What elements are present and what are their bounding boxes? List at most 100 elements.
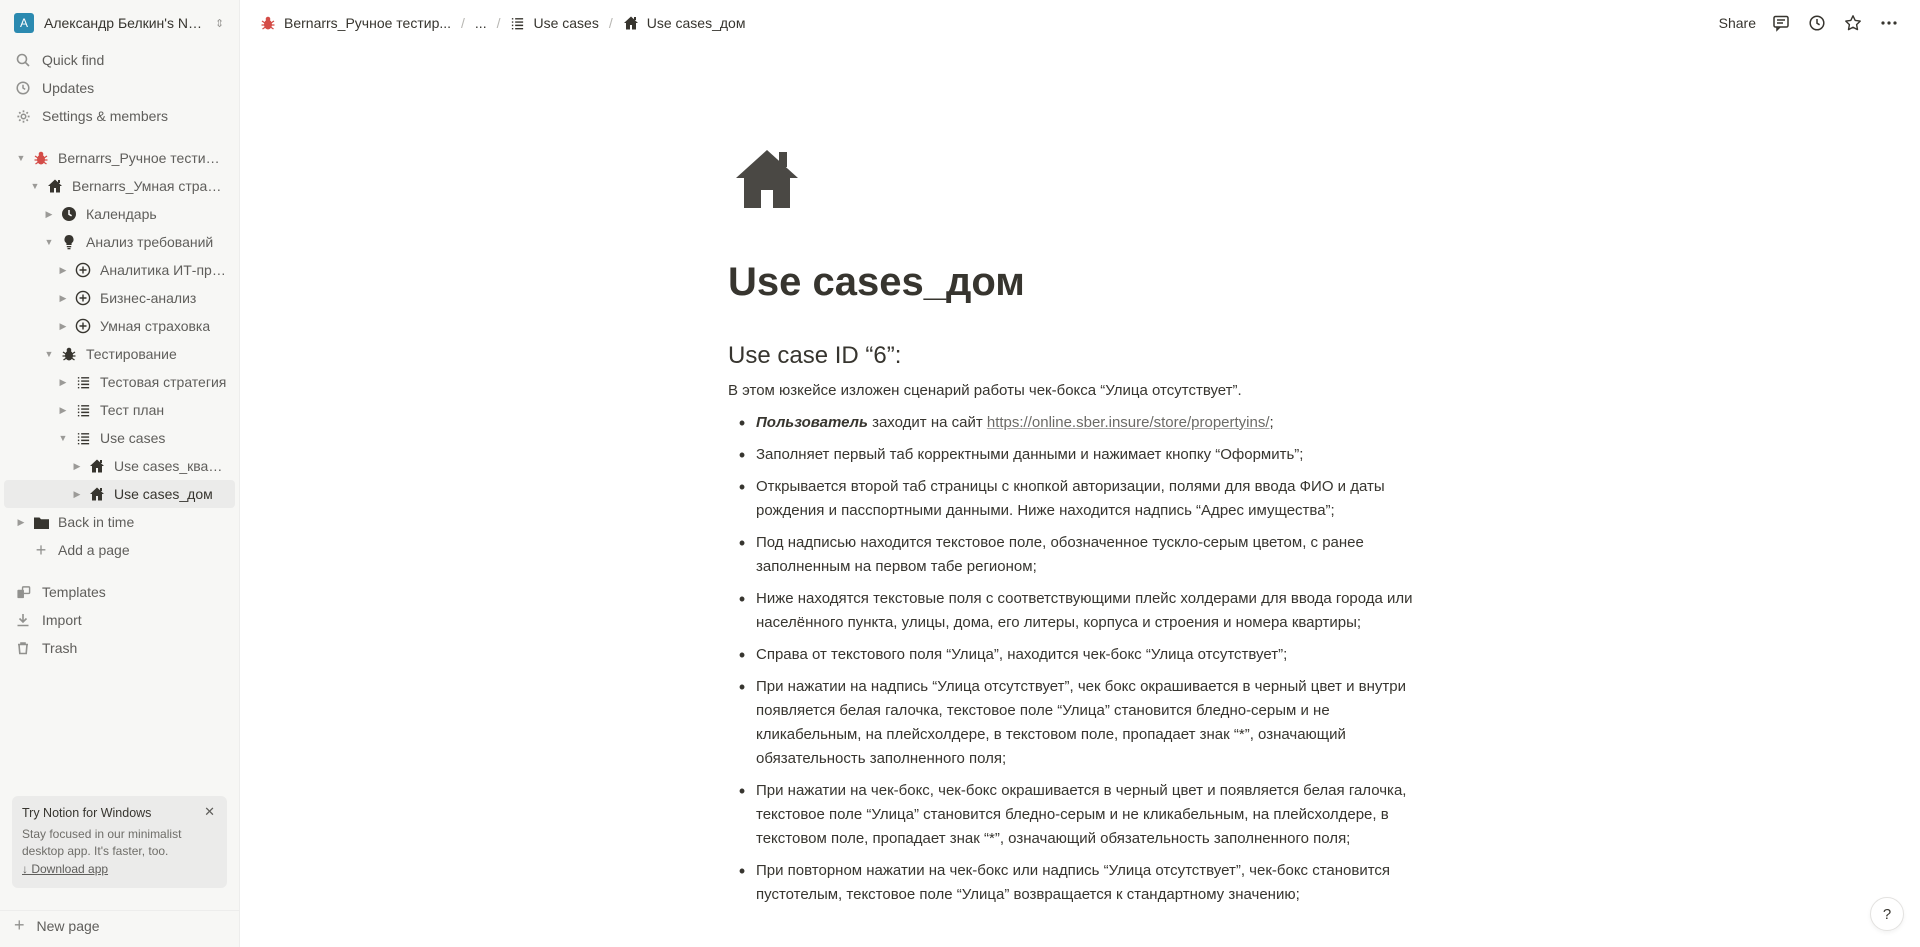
caret-right-icon[interactable]: ▶ [56, 403, 70, 417]
templates[interactable]: Templates [0, 578, 239, 606]
download-app-link[interactable]: ↓ Download app [22, 862, 217, 876]
sidebar-page-label: Анализ требований [86, 234, 214, 250]
list-item[interactable]: • Ниже находятся текстовые поля с соответ… [728, 587, 1438, 635]
bullet-dot: • [738, 645, 746, 665]
desktop-app-promo: Try Notion for Windows ✕ Stay focused in… [12, 796, 227, 888]
sidebar-page-item[interactable]: ▶ Календарь [4, 200, 235, 228]
promo-text: Stay focused in our minimalist desktop a… [22, 827, 182, 858]
settings-members[interactable]: Settings & members [0, 102, 239, 130]
comment-icon[interactable] [1770, 12, 1792, 34]
search-icon [14, 51, 32, 69]
house-icon [88, 485, 106, 503]
breadcrumb-parent[interactable]: Use cases [510, 15, 599, 31]
list-item-text: Ниже находятся текстовые поля с соответс… [756, 590, 1413, 631]
sidebar-page-label: Add a page [58, 542, 130, 558]
sidebar-page-item[interactable]: ▼ Анализ требований [4, 228, 235, 256]
sidebar-page-item[interactable]: ▶ Use cases_кварт... [4, 452, 235, 480]
list-item[interactable]: • Заполняет первый таб корректными данным… [728, 443, 1438, 467]
section-heading[interactable]: Use case ID “6”: [728, 342, 901, 370]
caret-down-icon[interactable]: ▼ [14, 151, 28, 165]
add-page-button[interactable]: + Add a page [4, 536, 235, 564]
share-button[interactable]: Share [1719, 15, 1756, 31]
new-page-button[interactable]: + New page [0, 910, 239, 940]
list-item-text: Под надписью находится текстовое поле, о… [756, 534, 1364, 575]
caret-right-icon[interactable]: ▶ [56, 263, 70, 277]
settings-label: Settings & members [42, 108, 169, 124]
import[interactable]: Import [0, 606, 239, 634]
caret-right-icon[interactable]: ▶ [14, 515, 28, 529]
caret-right-icon[interactable]: ▶ [56, 375, 70, 389]
history-icon[interactable] [1806, 12, 1828, 34]
sidebar-page-item[interactable]: ▼ Bernarrs_Умная страхо... [4, 172, 235, 200]
workspace-avatar: A [14, 13, 34, 33]
new-page-label: New page [36, 917, 100, 934]
list-item[interactable]: • Под надписью находится текстовое поле, … [728, 531, 1438, 579]
page-title[interactable]: Use cases_дом [728, 260, 1025, 305]
intro-paragraph[interactable]: В этом юзкейсе изложен сценарий работы ч… [728, 382, 1242, 399]
sidebar-page-item[interactable]: ▶ Use cases_дом [4, 480, 235, 508]
list-item[interactable]: • Открывается второй таб страницы с кнопк… [728, 475, 1438, 523]
caret-right-icon[interactable]: ▶ [56, 319, 70, 333]
list-item[interactable]: • При повторном нажатии на чек-бокс или н… [728, 859, 1438, 907]
caret-right-icon[interactable]: ▶ [70, 487, 84, 501]
sidebar-page-label: Тест план [100, 402, 165, 418]
help-button[interactable]: ? [1870, 897, 1904, 931]
bug-icon [60, 345, 78, 363]
sidebar-page-item[interactable]: ▶ Бизнес-анализ [4, 284, 235, 312]
clock-icon [60, 205, 78, 223]
breadcrumb-root[interactable]: Bernarrs_Ручное тестир... [260, 15, 451, 31]
page-tree: ▼ Bernarrs_Ручное тестиро... ▼ Bernarrs_Умн… [0, 144, 239, 564]
sidebar-page-item[interactable]: ▶ Back in time [4, 508, 235, 536]
sidebar-page-item[interactable]: ▶ Тест план [4, 396, 235, 424]
quick-find-label: Quick find [42, 52, 105, 68]
sidebar-page-item[interactable]: ▼ Use cases [4, 424, 235, 452]
list-item[interactable]: • Пользователь заходит на сайт https://o… [728, 411, 1438, 435]
breadcrumb-root-label: Bernarrs_Ручное тестир... [284, 15, 452, 31]
list-icon [74, 429, 92, 447]
list-item[interactable]: • Справа от текстового поля “Улица”, нахо… [728, 643, 1438, 667]
bullet-dot: • [738, 413, 746, 433]
trash[interactable]: Trash [0, 634, 239, 662]
list-item[interactable]: • При нажатии на чек-бокс, чек-бокс окраш… [728, 779, 1438, 851]
list-item-text: При нажатии на чек-бокс, чек-бокс окраши… [756, 782, 1407, 847]
sidebar-page-label: Bernarrs_Умная страхо... [72, 178, 227, 194]
caret-down-icon[interactable]: ▼ [56, 431, 70, 445]
sidebar-page-label: Календарь [86, 206, 157, 222]
sidebar-page-item[interactable]: ▼ Bernarrs_Ручное тестиро... [4, 144, 235, 172]
updates[interactable]: Updates [0, 74, 239, 102]
sidebar-page-label: Умная страховка [100, 318, 211, 334]
bullet-dot: • [738, 861, 746, 881]
caret-right-icon[interactable]: ▶ [56, 291, 70, 305]
workspace-name: Александр Белкин's Not... [44, 15, 209, 31]
more-icon[interactable] [1878, 12, 1900, 34]
plus-circle-icon [74, 289, 92, 307]
chevron-updown-icon: ⇕ [215, 17, 225, 30]
breadcrumb-current[interactable]: Use cases_дом [623, 15, 745, 31]
sidebar-page-label: Use cases_кварт... [114, 458, 227, 474]
sidebar: A Александр Белкин's Not... ⇕ Quick find… [0, 0, 240, 947]
star-icon[interactable] [1842, 12, 1864, 34]
caret-down-icon[interactable]: ▼ [42, 235, 56, 249]
house-icon[interactable] [734, 146, 800, 217]
text-span: ; [1269, 414, 1274, 431]
breadcrumb-separator: / [496, 15, 501, 31]
caret-down-icon[interactable]: ▼ [28, 179, 42, 193]
list-item[interactable]: • При нажатии на надпись “Улица отсутству… [728, 675, 1438, 771]
gear-icon [14, 107, 32, 125]
caret-right-icon[interactable]: ▶ [70, 459, 84, 473]
sidebar-page-item[interactable]: ▶ Тестовая стратегия [4, 368, 235, 396]
sidebar-page-item[interactable]: ▶ Аналитика ИТ-про... [4, 256, 235, 284]
breadcrumb-ellipsis[interactable]: ... [475, 15, 487, 31]
url-link[interactable]: https://online.sber.insure/store/propert… [987, 414, 1270, 431]
caret-down-icon[interactable]: ▼ [42, 347, 56, 361]
sidebar-page-item[interactable]: ▼ Тестирование [4, 340, 235, 368]
list-item-text: Заполняет первый таб корректными данными… [756, 446, 1304, 463]
caret-right-icon[interactable]: ▶ [42, 207, 56, 221]
sidebar-page-item[interactable]: ▶ Умная страховка [4, 312, 235, 340]
close-icon[interactable]: ✕ [204, 804, 215, 820]
lightbulb-icon [60, 233, 78, 251]
quick-find[interactable]: Quick find [0, 46, 239, 74]
sidebar-page-label: Use cases [100, 430, 166, 446]
bullet-dot: • [738, 477, 746, 497]
workspace-switcher[interactable]: A Александр Белкин's Not... ⇕ [0, 0, 239, 46]
